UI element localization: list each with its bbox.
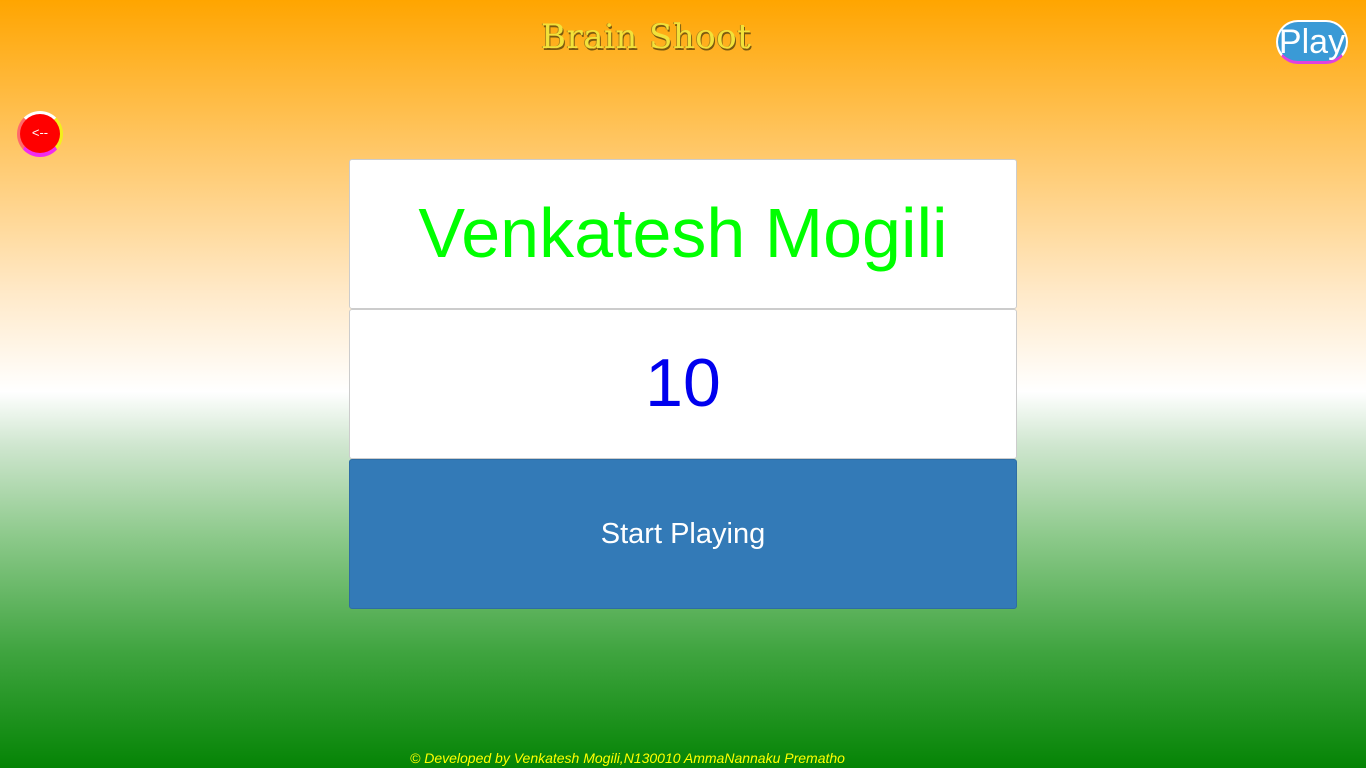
player-name: Venkatesh Mogili	[349, 159, 1017, 309]
app-logo: Brain Shoot	[541, 17, 752, 57]
start-playing-button[interactable]: Start Playing	[349, 459, 1017, 609]
score-display: 10	[349, 309, 1017, 459]
footer-credit: © Developed by Venkatesh Mogili,N130010 …	[410, 750, 845, 766]
play-button[interactable]: Play	[1276, 20, 1348, 64]
back-button[interactable]: <--	[17, 111, 63, 157]
